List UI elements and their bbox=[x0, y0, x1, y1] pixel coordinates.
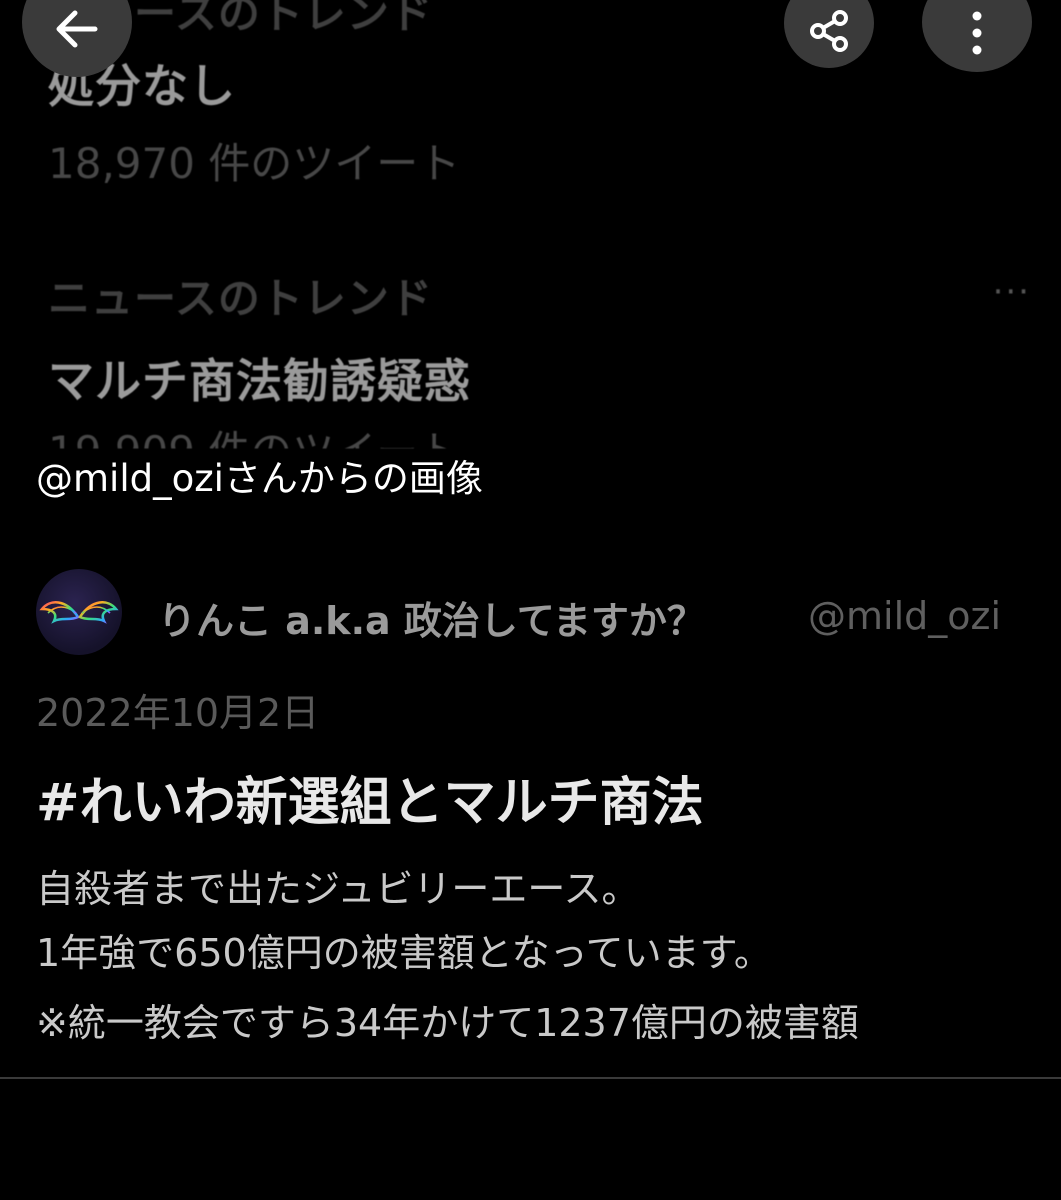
avatar[interactable] bbox=[36, 569, 122, 655]
trend-category: ニュースのトレンド bbox=[48, 274, 433, 323]
share-icon bbox=[810, 10, 848, 52]
trend-topic: マルチ商法勧誘疑惑 bbox=[48, 354, 471, 408]
author-handle[interactable]: @mild_ozi bbox=[808, 594, 1001, 638]
tweet-hashtag-headline[interactable]: #れいわ新選組とマルチ商法 bbox=[36, 760, 704, 835]
tweet-date: 2022年10月2日 bbox=[36, 691, 320, 735]
author-name[interactable]: りんこ a.k.a 政治してますか？ bbox=[158, 590, 705, 645]
arrow-left-icon bbox=[56, 10, 98, 48]
image-caption: @mild_oziさんからの画像 bbox=[36, 457, 483, 500]
more-horizontal-icon: ··· bbox=[992, 272, 1031, 312]
angel-wings-icon bbox=[39, 601, 119, 624]
more-vertical-icon bbox=[972, 11, 982, 55]
trend-tweet-count: 18,970 件のツイート bbox=[48, 139, 461, 188]
tweet-text-line: ※統一教会ですら34年かけて1237億円の被害額 bbox=[36, 1001, 859, 1045]
divider bbox=[0, 1077, 1061, 1079]
tweet-text-line: 自殺者まで出たジュビリーエース。 bbox=[36, 867, 640, 911]
tweet-text-line: 1年強で650億円の被害額となっています。 bbox=[36, 931, 772, 975]
